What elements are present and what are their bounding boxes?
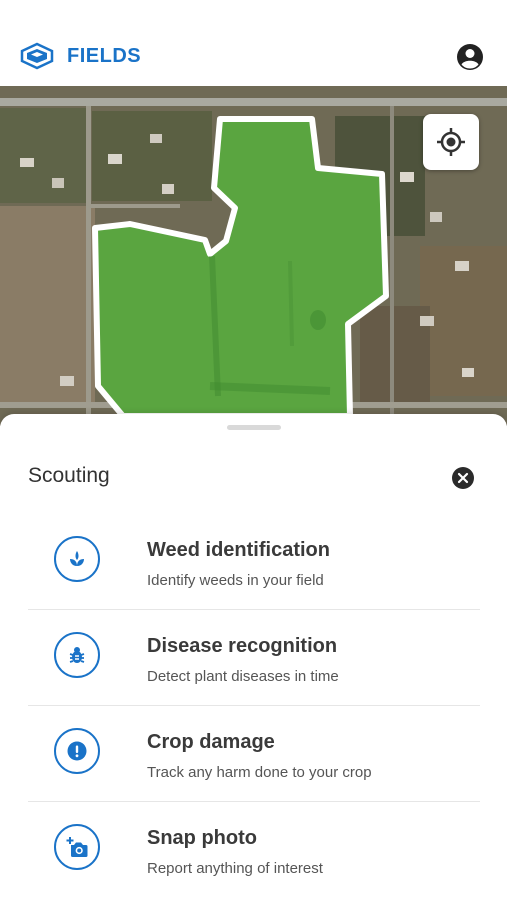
option-subtitle: Detect plant diseases in time — [147, 668, 339, 685]
account-circle-icon[interactable] — [456, 43, 484, 71]
locate-button[interactable] — [423, 114, 479, 170]
sheet-drag-handle[interactable] — [227, 425, 281, 430]
app-title: FIELDS — [67, 45, 142, 67]
scouting-sheet: Scouting Weed identification Identify we… — [0, 414, 507, 900]
divider — [28, 801, 480, 802]
alert-icon — [67, 741, 87, 761]
close-circle-icon[interactable] — [451, 466, 475, 490]
crop-damage-option[interactable]: Crop damage Track any harm done to your … — [28, 707, 480, 802]
field-map[interactable] — [0, 86, 507, 426]
sheet-title: Scouting — [28, 464, 110, 487]
option-icon-circle — [54, 632, 100, 678]
sprout-icon — [70, 551, 84, 566]
field-logo-icon — [20, 42, 54, 70]
weed-identification-option[interactable]: Weed identification Identify weeds in yo… — [28, 515, 480, 610]
divider — [28, 705, 480, 706]
bug-icon — [69, 647, 85, 663]
option-title: Weed identification — [147, 539, 330, 561]
option-subtitle: Track any harm done to your crop — [147, 764, 372, 781]
snap-photo-option[interactable]: Snap photo Report anything of interest — [28, 803, 480, 898]
option-subtitle: Report anything of interest — [147, 860, 323, 877]
gps-locate-icon — [437, 128, 465, 156]
divider — [28, 609, 480, 610]
option-icon-circle — [54, 824, 100, 870]
option-title: Snap photo — [147, 827, 257, 849]
app-header: FIELDS — [0, 0, 507, 86]
add-photo-icon — [66, 837, 88, 857]
disease-recognition-option[interactable]: Disease recognition Detect plant disease… — [28, 611, 480, 706]
option-subtitle: Identify weeds in your field — [147, 572, 324, 589]
option-icon-circle — [54, 536, 100, 582]
option-title: Disease recognition — [147, 635, 338, 657]
option-icon-circle — [54, 728, 100, 774]
option-title: Crop damage — [147, 731, 275, 753]
